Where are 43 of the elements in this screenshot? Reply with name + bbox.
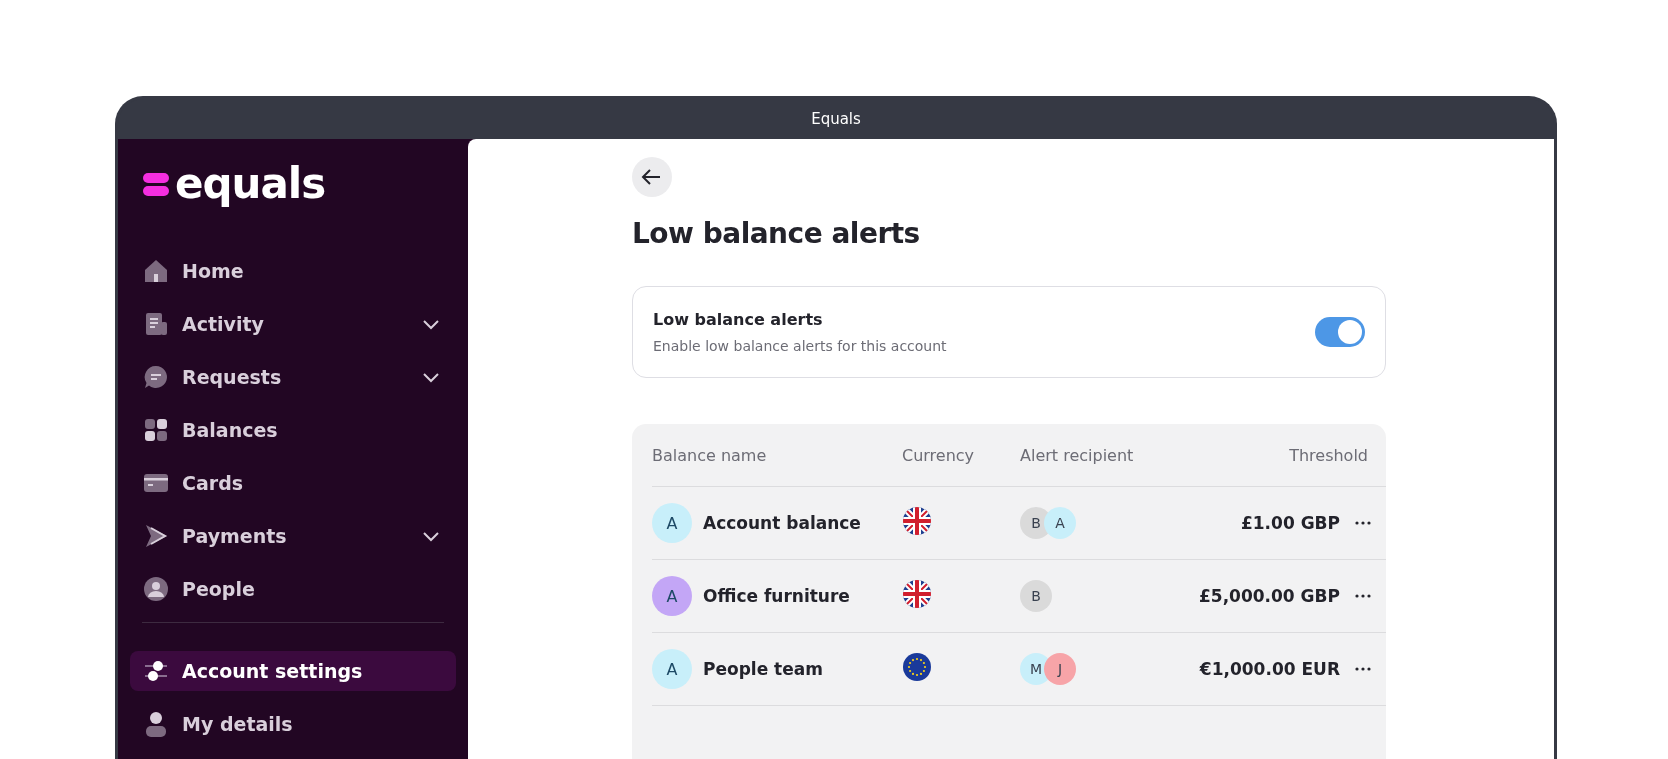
threshold-amount: €1,000.00 EUR xyxy=(1198,659,1340,679)
nav-item[interactable]: Cards xyxy=(130,463,456,503)
avatar: A xyxy=(652,649,692,689)
logo-text: equals xyxy=(175,163,326,205)
logo-mark-icon xyxy=(143,171,169,197)
toggle-switch[interactable] xyxy=(1315,317,1365,347)
grid-icon xyxy=(142,416,170,444)
uk-flag-icon xyxy=(902,579,932,609)
back-button[interactable] xyxy=(632,157,672,197)
column-header: Alert recipient xyxy=(1020,445,1135,465)
more-dots-icon xyxy=(1355,667,1371,671)
uk-flag-icon xyxy=(902,506,932,536)
nav-item[interactable]: Home xyxy=(130,251,456,291)
threshold-amount: £5,000.00 GBP xyxy=(1198,586,1340,606)
more-dots-icon xyxy=(1355,521,1371,525)
nav-item[interactable]: Payments xyxy=(130,516,456,556)
nav-item[interactable]: Balances xyxy=(130,410,456,450)
nav-item[interactable]: My details xyxy=(130,704,456,744)
nav-item[interactable]: Activity xyxy=(130,304,456,344)
nav-item[interactable]: Requests xyxy=(130,357,456,397)
recipient-avatar: J xyxy=(1044,653,1076,685)
balance-name: People team xyxy=(703,659,823,679)
column-header: Currency xyxy=(902,445,976,465)
nav-item[interactable]: People xyxy=(130,569,456,609)
setting-description: Enable low balance alerts for this account xyxy=(653,338,948,354)
recipient-avatar: A xyxy=(1044,507,1076,539)
user-icon xyxy=(142,575,170,603)
page-title: Low balance alerts xyxy=(632,217,921,250)
recipient-avatar: B xyxy=(1020,580,1052,612)
threshold-amount: £1.00 GBP xyxy=(1239,513,1340,533)
balance-name: Office furniture xyxy=(703,586,850,606)
balance-name: Account balance xyxy=(703,513,861,533)
home-icon xyxy=(142,257,170,285)
more-dots-icon xyxy=(1355,594,1371,598)
avatar: A xyxy=(652,503,692,543)
chat-bubble-icon xyxy=(142,363,170,391)
setting-title: Low balance alerts xyxy=(653,310,824,329)
window-title: Equals xyxy=(811,110,861,128)
column-header: Threshold xyxy=(1288,445,1369,465)
column-header: Balance name xyxy=(652,445,768,465)
nav-item[interactable]: Account settings xyxy=(130,651,456,691)
eu-flag-icon xyxy=(902,652,932,682)
avatar: A xyxy=(652,576,692,616)
